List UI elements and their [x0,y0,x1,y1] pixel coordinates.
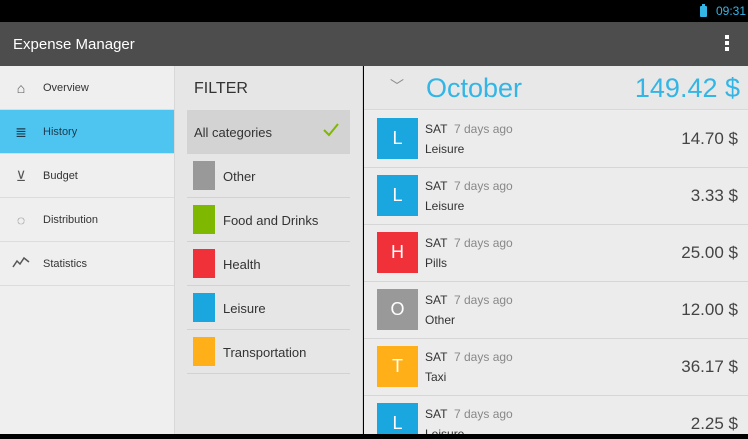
transaction-row[interactable]: L SAT 7 days ago Leisure 3.33 $ [364,168,748,225]
category-color-swatch [193,205,215,234]
transaction-category: Leisure [425,142,465,156]
budget-icon: ⊻ [15,168,27,184]
filter-title: FILTER [194,80,248,97]
app-title: Expense Manager [13,36,135,53]
system-nav-bar [0,434,748,439]
transaction-day: SAT [425,122,448,136]
transaction-row[interactable]: T SAT 7 days ago Taxi 36.17 $ [364,339,748,396]
transaction-day: SAT [425,407,448,421]
transaction-ago: 7 days ago [454,179,513,193]
category-badge: T [377,346,418,387]
transaction-day: SAT [425,350,448,364]
transaction-ago: 7 days ago [454,407,513,421]
filter-item-label: Transportation [223,345,307,360]
category-badge: H [377,232,418,273]
check-icon [323,123,339,137]
transaction-ago: 7 days ago [454,293,513,307]
month-header[interactable]: ﹀ October 149.42 $ [364,66,748,110]
transaction-amount: 3.33 $ [690,186,738,205]
nav-item-label: History [43,126,78,138]
battery-icon [700,4,707,17]
category-color-swatch [193,337,215,366]
filter-item-transportation[interactable]: Transportation [187,330,350,374]
filter-item-all-categories[interactable]: All categories [187,110,350,154]
navigation-drawer: ⌂ Overview ≣ History ⊻ Budget ◌ Distribu… [0,66,175,439]
filter-item-food-and-drinks[interactable]: Food and Drinks [187,198,350,242]
filter-item-label: Food and Drinks [223,213,319,228]
overflow-menu-icon[interactable] [724,35,730,53]
transaction-category: Pills [425,256,448,270]
month-total: 149.42 $ [634,73,740,103]
nav-item-label: Overview [43,82,89,94]
transaction-day: SAT [425,293,448,307]
chevron-down-icon[interactable]: ﹀ [390,76,404,96]
nav-item-budget[interactable]: ⊻ Budget [0,154,174,198]
category-badge: L [377,175,418,216]
status-time: 09:31 [715,4,746,18]
month-name: October [426,73,523,103]
transaction-row[interactable]: H SAT 7 days ago Pills 25.00 $ [364,225,748,282]
list-icon: ≣ [15,124,27,140]
home-icon: ⌂ [16,80,26,96]
filter-item-label: Health [223,257,261,272]
transaction-amount: 2.25 $ [690,414,738,433]
filter-item-label: Leisure [223,301,266,316]
transaction-row[interactable]: L SAT 7 days ago Leisure 14.70 $ [364,111,748,168]
nav-item-overview[interactable]: ⌂ Overview [0,66,174,110]
nav-item-label: Distribution [43,214,99,226]
status-bar: 09:31 [0,0,748,22]
transaction-amount: 12.00 $ [681,300,738,319]
transaction-row[interactable]: O SAT 7 days ago Other 12.00 $ [364,282,748,339]
transaction-category: Leisure [425,199,465,213]
action-bar: Expense Manager [0,22,748,66]
nav-item-label: Statistics [43,258,88,270]
filter-item-leisure[interactable]: Leisure [187,286,350,330]
transaction-category: Taxi [425,370,447,384]
transaction-amount: 36.17 $ [681,357,738,376]
transaction-ago: 7 days ago [454,350,513,364]
transaction-amount: 14.70 $ [681,129,738,148]
chart-icon [12,255,30,273]
filter-item-label: Other [223,169,256,184]
category-color-swatch [193,249,215,278]
filter-item-other[interactable]: Other [187,154,350,198]
nav-item-distribution[interactable]: ◌ Distribution [0,198,174,242]
transaction-ago: 7 days ago [454,236,513,250]
transaction-amount: 25.00 $ [681,243,738,262]
filter-item-label: All categories [194,125,273,140]
category-color-swatch [193,293,215,322]
filter-item-health[interactable]: Health [187,242,350,286]
nav-item-history[interactable]: ≣ History [0,110,174,154]
transaction-category: Other [425,313,456,327]
category-badge: O [377,289,418,330]
category-color-swatch [193,161,215,190]
transaction-day: SAT [425,236,448,250]
category-badge: L [377,118,418,159]
transaction-ago: 7 days ago [454,122,513,136]
transaction-row[interactable]: L SAT 7 days ago Leisure 2.25 $ [364,396,748,439]
transaction-day: SAT [425,179,448,193]
pie-icon: ◌ [16,212,26,228]
history-list: ﹀ October 149.42 $ L SAT 7 days ago Leis… [364,66,748,439]
nav-item-label: Budget [43,170,78,182]
filter-panel: FILTER All categories Other Food and Dri… [175,66,363,439]
nav-item-statistics[interactable]: Statistics [0,242,174,286]
